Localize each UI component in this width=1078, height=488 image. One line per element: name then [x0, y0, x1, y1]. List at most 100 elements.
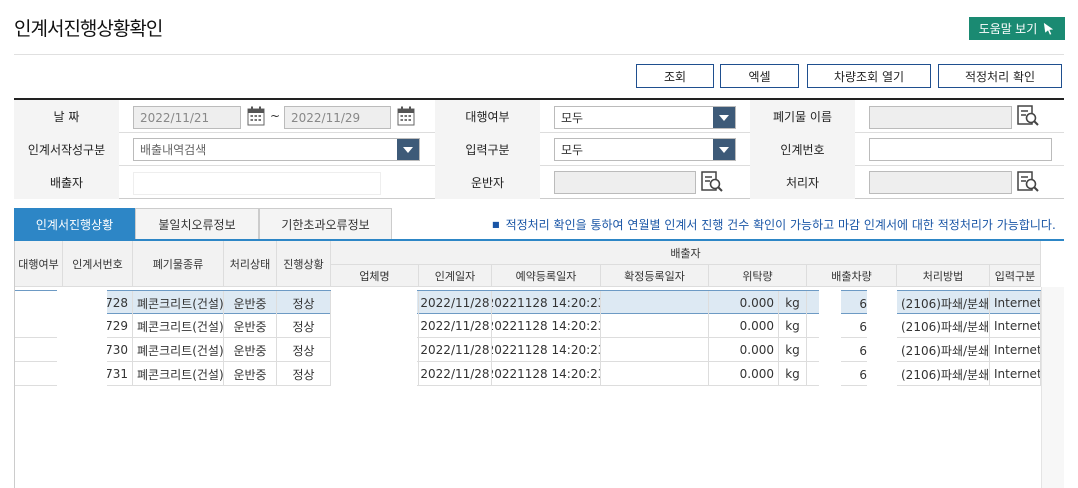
cell-handover-date: 2022/11/28 [419, 338, 492, 362]
calendar-icon[interactable] [247, 106, 265, 126]
tab-overdue-errors[interactable]: 기한초과오류정보 [259, 208, 392, 239]
cell-reserve-date: 20221128 14:20:23 [492, 314, 601, 338]
emitter-label: 배출자 [14, 166, 119, 199]
agent-label: 대행여부 [435, 100, 540, 133]
chevron-down-icon [397, 139, 419, 160]
cell-amount: 0.000 [709, 291, 779, 315]
redacted-area [57, 290, 107, 386]
input-type-select[interactable]: 모두 [554, 138, 736, 161]
col-header-company[interactable]: 업체명 [331, 265, 419, 287]
tab-mismatch-errors[interactable]: 불일치오류정보 [135, 208, 259, 239]
cell-unit: kg [779, 314, 807, 338]
cell-amount: 0.000 [709, 314, 779, 338]
cell-state: 운반중 [224, 362, 277, 386]
cell-input-type: Internet [990, 362, 1041, 386]
cell-method: (2106)파쇄/분쇄(무 [897, 314, 990, 338]
cell-handover-date: 2022/11/28 [419, 291, 492, 315]
magnifier-icon[interactable] [1017, 105, 1039, 127]
carrier-label: 운반자 [435, 166, 540, 199]
cell-waste-type: 폐콘크리트(건설)(고 [133, 314, 224, 338]
col-header-vehicle[interactable]: 배출차량 [807, 265, 897, 287]
search-row-2: 인계서작성구분 배출내역검색 입력구분 모두 인계번호 [14, 133, 1064, 166]
cell-agent [15, 338, 63, 362]
col-header-waste-type[interactable]: 폐기물종류 [133, 241, 224, 287]
magnifier-icon[interactable] [701, 171, 723, 193]
search-row-3: 배출자 운반자 처리자 [14, 166, 1064, 199]
cell-progress: 정상 [277, 314, 331, 338]
chevron-down-icon [713, 139, 735, 160]
tab-progress[interactable]: 인계서진행상황 [14, 208, 135, 239]
agent-select[interactable]: 모두 [554, 106, 736, 129]
handover-number-label: 인계번호 [750, 133, 855, 166]
redacted-area [331, 290, 417, 386]
cell-input-type: Internet [990, 314, 1041, 338]
date-from-input[interactable]: 2022/11/21 [133, 106, 241, 129]
cell-confirm-date [601, 362, 709, 386]
help-button[interactable]: 도움말 보기 [969, 17, 1065, 40]
cell-handover-date: 2022/11/28 [419, 362, 492, 386]
writer-type-select[interactable]: 배출내역검색 [133, 138, 420, 161]
cell-reserve-date: 20221128 14:20:23 [492, 338, 601, 362]
processor-input[interactable] [869, 171, 1012, 194]
col-header-confirm-date[interactable]: 확정등록일자 [601, 265, 709, 287]
cell-progress: 정상 [277, 362, 331, 386]
writer-type-label: 인계서작성구분 [14, 133, 119, 166]
date-to-input[interactable]: 2022/11/29 [284, 106, 391, 129]
excel-button[interactable]: 엑셀 [720, 64, 799, 88]
waste-name-label: 폐기물 이름 [750, 100, 855, 133]
col-header-handover-no[interactable]: 인계서번호 [63, 241, 133, 287]
vehicle-lookup-button[interactable]: 차량조회 열기 [807, 64, 931, 88]
handover-number-input[interactable] [869, 138, 1052, 161]
col-header-reserve-date[interactable]: 예약등록일자 [492, 265, 601, 287]
cell-amount: 0.000 [709, 362, 779, 386]
redacted-area [819, 290, 841, 386]
calendar-icon[interactable] [397, 106, 415, 126]
cell-confirm-date [601, 314, 709, 338]
bullet-icon: ■ [492, 220, 500, 229]
col-header-amount[interactable]: 위탁량 [709, 265, 807, 287]
col-header-handover-date[interactable]: 인계일자 [419, 265, 492, 287]
search-panel: 날 짜 2022/11/21 ~ 2022/11/29 대행여부 모두 폐기물 … [14, 98, 1064, 199]
proper-processing-button[interactable]: 적정처리 확인 [938, 64, 1062, 88]
cell-confirm-date [601, 291, 709, 315]
cell-state: 운반중 [224, 338, 277, 362]
cell-waste-type: 폐콘크리트(건설)(고 [133, 291, 224, 315]
cell-waste-type: 폐콘크리트(건설)(고 [133, 338, 224, 362]
notice-text: ■ 적정처리 확인을 통하여 연월별 인계서 진행 건수 확인이 가능하고 마감 … [492, 218, 1056, 232]
magnifier-icon[interactable] [1017, 171, 1039, 193]
date-range-tilde: ~ [270, 109, 281, 123]
date-label: 날 짜 [14, 100, 119, 133]
col-header-method[interactable]: 처리방법 [897, 265, 990, 287]
help-label: 도움말 보기 [978, 22, 1038, 36]
writer-type-value: 배출내역검색 [140, 143, 207, 157]
cell-reserve-date: 20221128 14:20:23 [492, 291, 601, 315]
search-button[interactable]: 조회 [636, 64, 714, 88]
results-grid: 대행여부 인계서번호 폐기물종류 처리상태 진행상황 배출자 업체명 인계일자 … [14, 241, 1064, 488]
page-title: 인계서진행상황확인 [14, 18, 163, 40]
cell-reserve-date: 20221128 14:20:23 [492, 362, 601, 386]
grid-scrollbar[interactable] [1041, 287, 1064, 488]
cell-state: 운반중 [224, 314, 277, 338]
cell-unit: kg [779, 291, 807, 315]
cell-agent [15, 362, 63, 386]
cell-method: (2106)파쇄/분쇄(무 [897, 291, 990, 315]
cell-agent [15, 291, 63, 315]
pointer-icon [1044, 22, 1054, 35]
waste-name-input[interactable] [869, 106, 1012, 129]
cell-agent [15, 314, 63, 338]
input-type-label: 입력구분 [435, 133, 540, 166]
chevron-down-icon [713, 107, 735, 128]
cell-method: (2106)파쇄/분쇄(무 [897, 362, 990, 386]
col-header-input-type[interactable]: 입력구분 [990, 265, 1041, 287]
col-header-agent[interactable]: 대행여부 [15, 241, 63, 287]
col-header-progress[interactable]: 진행상황 [277, 241, 331, 287]
emitter-input[interactable] [133, 172, 381, 195]
input-type-value: 모두 [561, 143, 584, 157]
carrier-input[interactable] [554, 171, 696, 194]
cell-state: 운반중 [224, 291, 277, 315]
col-group-header-emitter: 배출자 [331, 241, 1041, 265]
cell-progress: 정상 [277, 291, 331, 315]
cell-input-type: Internet [990, 338, 1041, 362]
col-header-process-state[interactable]: 처리상태 [224, 241, 277, 287]
agent-select-value: 모두 [561, 111, 584, 125]
